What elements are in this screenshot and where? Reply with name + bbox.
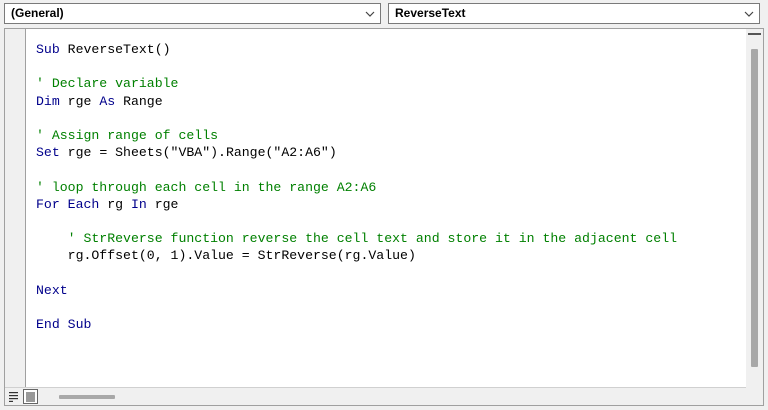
code-comment: ' Assign range of cells (36, 127, 219, 143)
code-line[interactable]: End Sub (36, 316, 743, 333)
code-keyword: Dim (36, 93, 60, 109)
code-comment: ' loop through each cell in the range A2… (36, 179, 377, 195)
code-text: Range (115, 93, 163, 109)
horizontal-scroll-thumb[interactable] (59, 395, 115, 399)
code-line[interactable]: ' Declare variable (36, 75, 743, 92)
code-line[interactable] (36, 299, 743, 316)
margin-indicator-bar[interactable] (5, 29, 26, 389)
procedure-dropdown[interactable]: ReverseText (388, 3, 760, 24)
chevron-down-icon[interactable] (362, 4, 378, 23)
code-keyword: In (130, 196, 147, 212)
code-keyword: End Sub (36, 317, 92, 332)
code-comment: ' Declare variable (36, 76, 179, 92)
code-text: rge = Sheets("VBA").Range("A2:A6") (59, 145, 337, 161)
chevron-down-icon[interactable] (741, 4, 757, 23)
procedure-dropdown-value: ReverseText (395, 6, 466, 20)
object-dropdown-value: (General) (11, 6, 64, 20)
code-line[interactable]: For Each rg In rge (36, 196, 743, 213)
code-line[interactable] (36, 58, 743, 75)
code-line[interactable]: Set rge = Sheets("VBA").Range("A2:A6") (36, 144, 743, 161)
bottom-bar (5, 387, 763, 405)
vba-editor-window: (General) ReverseText Sub ReverseText() … (0, 0, 768, 410)
code-keyword: Next (36, 282, 68, 298)
code-text: ReverseText() (59, 42, 171, 57)
vertical-scroll-thumb[interactable] (751, 49, 758, 367)
code-text: rge (146, 196, 179, 212)
code-text: rg (99, 196, 131, 212)
code-line[interactable]: ' Assign range of cells (36, 127, 743, 144)
code-keyword: As (99, 93, 116, 109)
code-line[interactable] (36, 110, 743, 127)
code-text: rge (59, 93, 100, 109)
code-line[interactable]: ' loop through each cell in the range A2… (36, 179, 743, 196)
code-line[interactable]: Next (36, 282, 743, 299)
code-pane[interactable]: Sub ReverseText() ' Declare variable Dim … (4, 28, 764, 406)
code-keyword: Set (36, 145, 60, 161)
code-line[interactable] (36, 264, 743, 281)
code-editor[interactable]: Sub ReverseText() ' Declare variable Dim … (36, 41, 743, 333)
full-module-view-icon[interactable] (23, 389, 38, 404)
code-window-header: (General) ReverseText (0, 0, 768, 28)
code-line[interactable] (36, 213, 743, 230)
scrollbar-corner (746, 387, 763, 405)
code-line[interactable]: Dim rge As Range (36, 93, 743, 110)
code-line[interactable]: rg.Offset(0, 1).Value = StrReverse(rg.Va… (36, 247, 743, 264)
code-comment: ' StrReverse function reverse the cell t… (36, 231, 678, 247)
vertical-scrollbar[interactable] (746, 29, 763, 389)
code-keyword: Sub (36, 42, 60, 57)
code-text: rg.Offset(0, 1).Value = StrReverse(rg.Va… (36, 248, 416, 264)
procedure-view-icon[interactable] (7, 389, 22, 404)
code-keyword: For Each (36, 196, 100, 212)
code-line[interactable] (36, 161, 743, 178)
object-dropdown[interactable]: (General) (4, 3, 381, 24)
code-line[interactable]: Sub ReverseText() (36, 41, 743, 58)
split-bar-handle[interactable] (748, 33, 761, 35)
code-line[interactable]: ' StrReverse function reverse the cell t… (36, 230, 743, 247)
